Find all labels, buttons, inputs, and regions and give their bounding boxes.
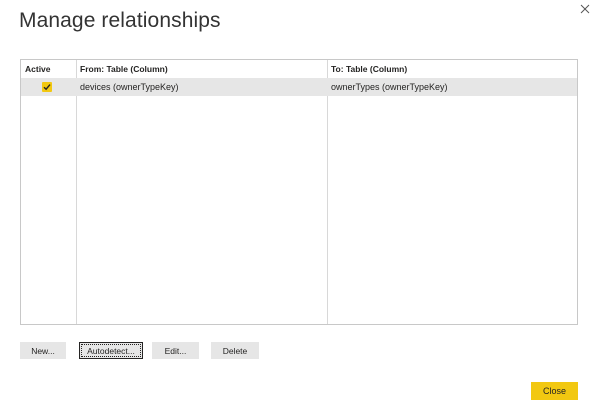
column-header-from[interactable]: From: Table (Column) [80, 64, 168, 74]
checkmark-icon [43, 84, 51, 91]
dialog-title: Manage relationships [19, 9, 221, 32]
column-divider [327, 60, 328, 324]
new-button[interactable]: New... [20, 342, 66, 359]
autodetect-button[interactable]: Autodetect... [79, 342, 143, 359]
table-header: Active From: Table (Column) To: Table (C… [21, 60, 577, 77]
column-header-active[interactable]: Active [25, 64, 51, 74]
close-icon[interactable] [578, 2, 592, 16]
column-divider [76, 60, 77, 324]
active-checkbox[interactable] [42, 82, 52, 92]
close-button[interactable]: Close [531, 382, 578, 400]
from-cell: devices (ownerTypeKey) [80, 82, 179, 92]
table-row[interactable]: devices (ownerTypeKey) ownerTypes (owner… [21, 78, 577, 96]
column-header-to[interactable]: To: Table (Column) [331, 64, 407, 74]
edit-button[interactable]: Edit... [152, 342, 199, 359]
relationships-table: Active From: Table (Column) To: Table (C… [20, 59, 578, 325]
delete-button[interactable]: Delete [211, 342, 259, 359]
to-cell: ownerTypes (ownerTypeKey) [331, 82, 448, 92]
